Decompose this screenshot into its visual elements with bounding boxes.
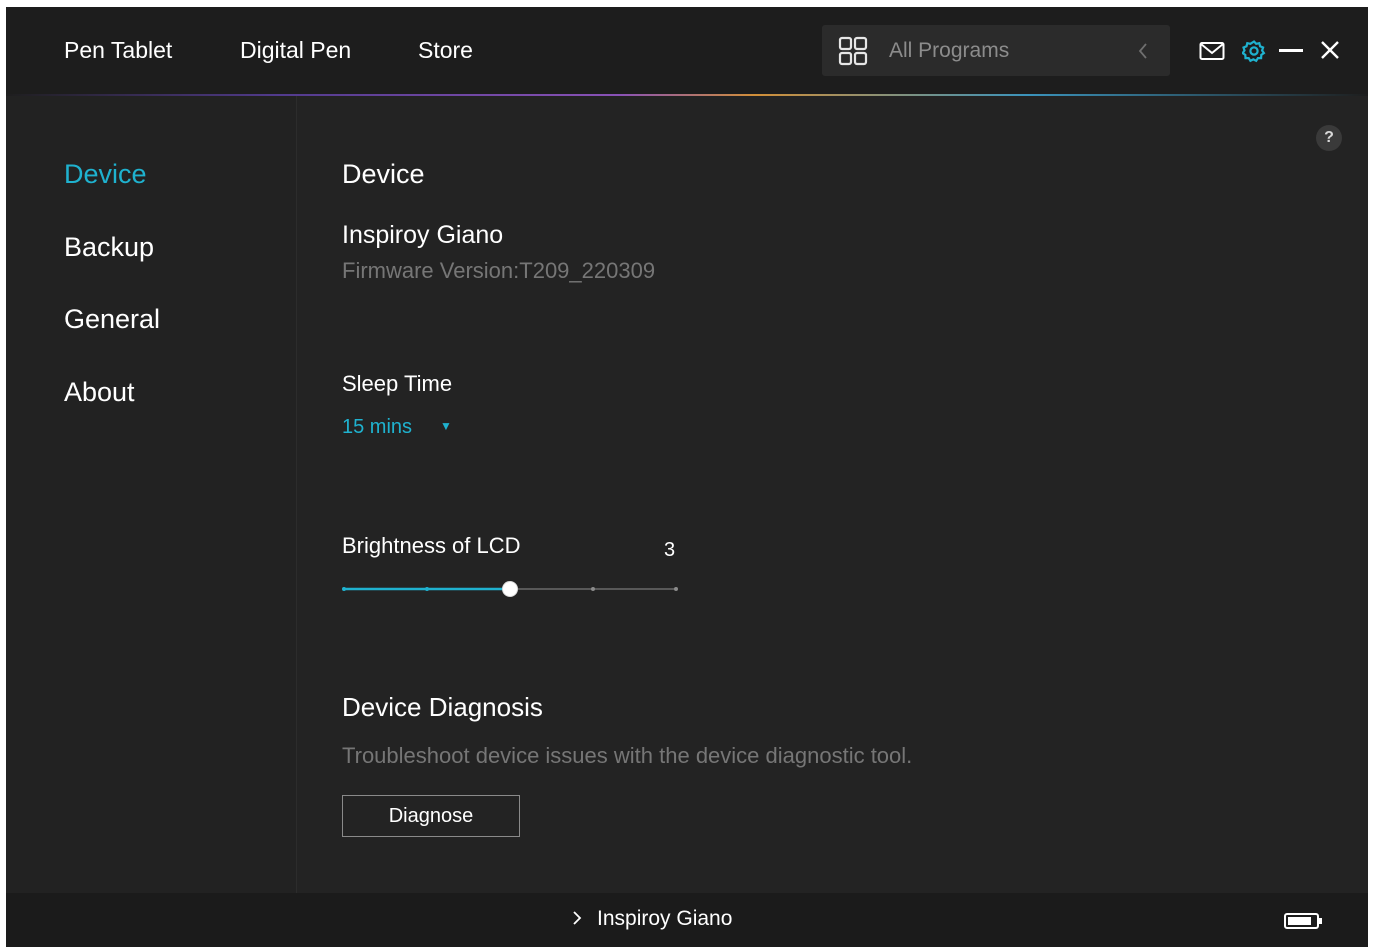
app-window: Pen Tablet Digital Pen Store All Program… — [6, 7, 1368, 947]
status-bar: Inspiroy Giano — [6, 893, 1368, 947]
sleep-time-value: 15 mins — [342, 416, 413, 438]
tab-digital-pen[interactable]: Digital Pen — [240, 37, 351, 64]
diagnosis-title: Device Diagnosis — [342, 692, 543, 722]
section-title: Device — [342, 159, 425, 189]
brightness-slider[interactable] — [342, 578, 678, 600]
caret-down-icon: ▼ — [440, 419, 452, 433]
device-name: Inspiroy Giano — [342, 221, 504, 249]
sidebar: Device Backup General About — [6, 96, 297, 893]
status-device-selector[interactable]: Inspiroy Giano — [571, 907, 732, 931]
main-content: ? Device Inspiroy Giano Firmware Version… — [297, 96, 1368, 893]
mail-icon[interactable] — [1199, 41, 1225, 61]
sidebar-item-general[interactable]: General — [64, 304, 160, 335]
slider-thumb[interactable] — [502, 581, 518, 597]
program-selector-label: All Programs — [889, 39, 1010, 62]
chevron-left-icon[interactable] — [1137, 41, 1149, 61]
slider-tick — [425, 587, 429, 591]
gear-icon[interactable] — [1242, 39, 1266, 63]
tab-store[interactable]: Store — [418, 37, 473, 64]
help-button[interactable]: ? — [1316, 125, 1342, 151]
sidebar-item-about[interactable]: About — [64, 377, 135, 408]
sidebar-item-device[interactable]: Device — [64, 159, 147, 190]
top-bar: Pen Tablet Digital Pen Store All Program… — [6, 7, 1368, 94]
status-device-label: Inspiroy Giano — [597, 907, 733, 930]
tab-pen-tablet[interactable]: Pen Tablet — [64, 37, 172, 64]
close-icon[interactable] — [1320, 40, 1340, 60]
diagnosis-description: Troubleshoot device issues with the devi… — [342, 743, 913, 768]
slider-tick — [674, 587, 678, 591]
sleep-time-dropdown[interactable]: 15 mins ▼ — [342, 416, 452, 444]
brightness-value: 3 — [664, 539, 676, 561]
program-selector[interactable]: All Programs — [822, 25, 1170, 76]
diagnose-button[interactable]: Diagnose — [342, 795, 520, 837]
chevron-right-icon — [573, 911, 582, 925]
sidebar-item-backup[interactable]: Backup — [64, 232, 154, 263]
battery-icon — [1284, 913, 1322, 929]
slider-tick — [591, 587, 595, 591]
grid-icon — [838, 36, 868, 66]
brightness-label: Brightness of LCD — [342, 533, 521, 558]
minimize-icon[interactable] — [1279, 49, 1303, 53]
slider-tick — [342, 587, 346, 591]
firmware-version: Firmware Version:T209_220309 — [342, 258, 656, 283]
sleep-time-label: Sleep Time — [342, 371, 453, 396]
